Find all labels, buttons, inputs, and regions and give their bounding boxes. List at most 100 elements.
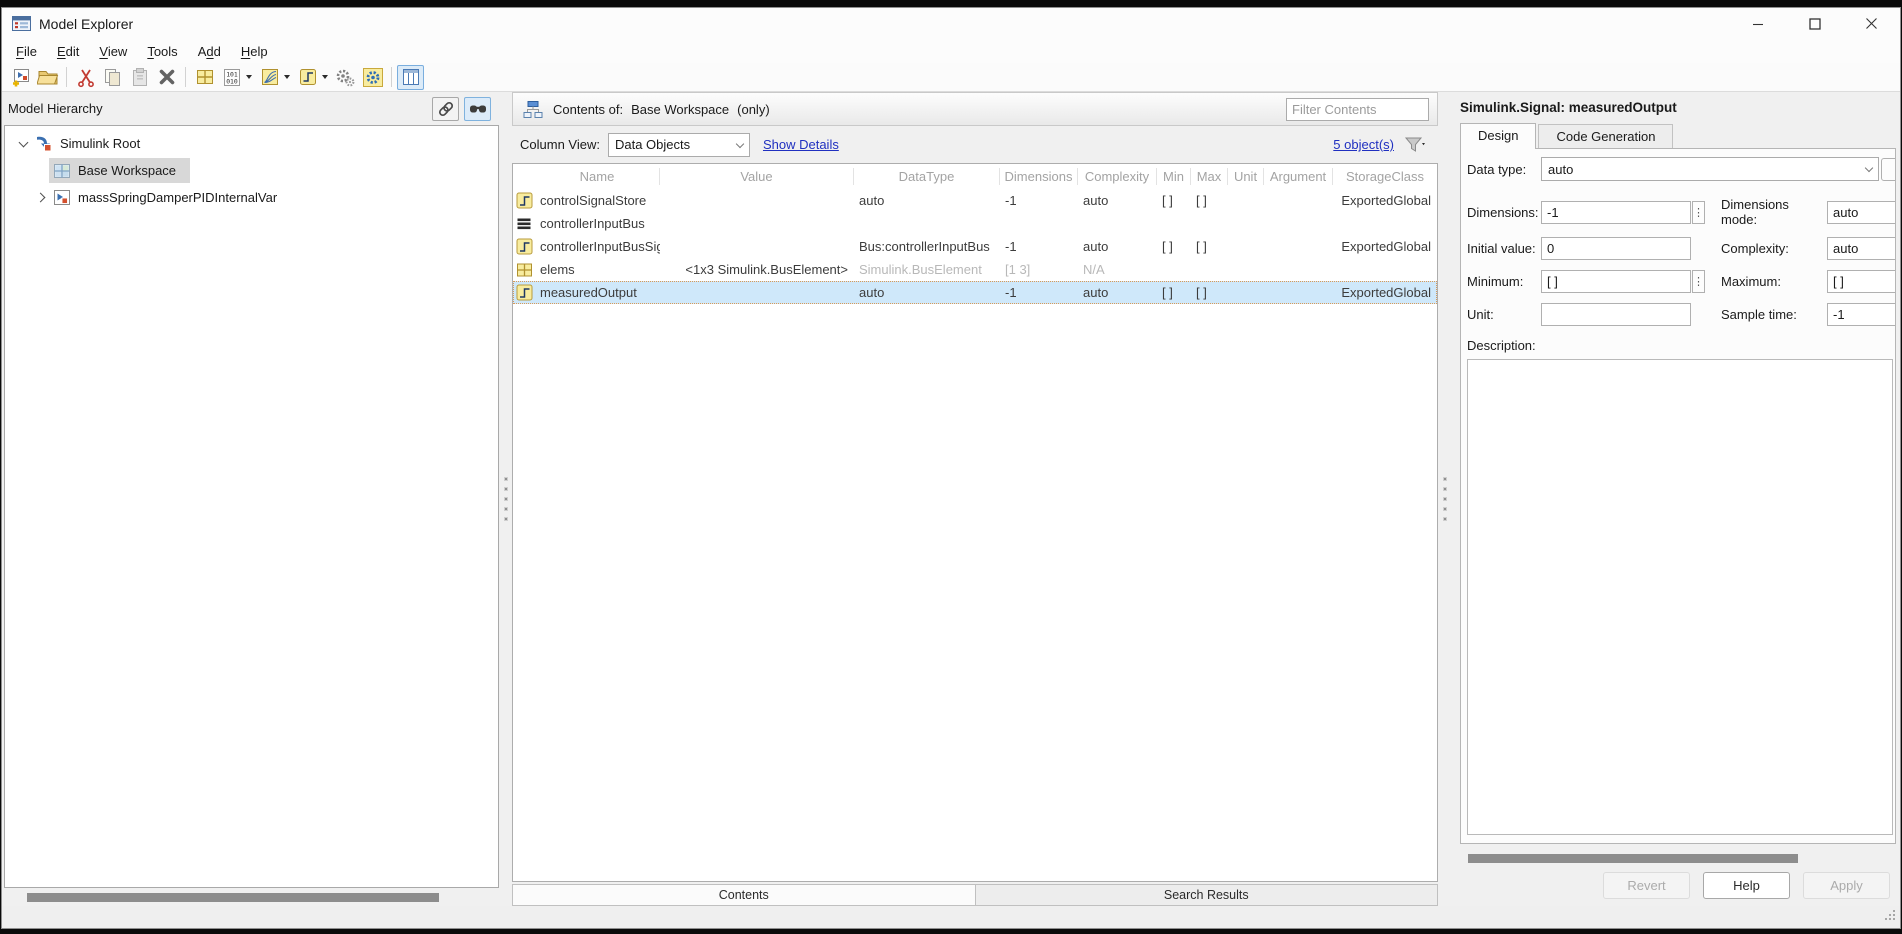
toolbar-cut-button[interactable] xyxy=(72,65,99,90)
table-row-measuredoutput[interactable]: measuredOutputauto-1auto[ ][ ]ExportedGl… xyxy=(513,281,1437,304)
column-header-min[interactable]: Min xyxy=(1157,168,1191,185)
toolbar-gears-button[interactable] xyxy=(332,65,359,90)
table-row-controllerinputbus[interactable]: controllerInputBus xyxy=(513,212,1437,235)
cell-storageclass: ExportedGlobal xyxy=(1333,239,1437,254)
data-type-label: Data type: xyxy=(1467,162,1539,177)
filter-options-button[interactable] xyxy=(1404,135,1428,155)
signal-icon xyxy=(513,284,535,301)
tab-code-generation[interactable]: Code Generation xyxy=(1538,124,1673,148)
column-view-select[interactable]: Data Objects xyxy=(608,133,750,157)
revert-button[interactable]: Revert xyxy=(1603,872,1690,899)
data-type-select[interactable]: auto xyxy=(1541,157,1879,181)
resize-grip-icon[interactable] xyxy=(1883,909,1896,925)
column-header-name[interactable]: Name xyxy=(535,168,660,185)
cell-datatype: auto xyxy=(854,285,1000,300)
menu-file[interactable]: File xyxy=(6,44,47,59)
dimensions-input[interactable] xyxy=(1541,201,1691,224)
minimum-input[interactable] xyxy=(1541,270,1691,293)
toolbar-value-display-button[interactable]: 101010 xyxy=(218,65,245,90)
properties-hscrollbar[interactable] xyxy=(1460,853,1896,864)
expand-toggle[interactable] xyxy=(33,194,49,201)
properties-hscrollbar-thumb[interactable] xyxy=(1468,854,1798,863)
dimensions-stepper[interactable]: ⋮ xyxy=(1692,201,1705,224)
tab-contents[interactable]: Contents xyxy=(513,885,976,905)
menu-edit[interactable]: Edit xyxy=(47,44,89,59)
column-header-storageclass[interactable]: StorageClass xyxy=(1333,168,1437,185)
tree-item-simulink-root[interactable]: Simulink Root xyxy=(5,130,498,157)
cell-name: controllerInputBus xyxy=(535,216,660,231)
initial-value-label: Initial value: xyxy=(1467,241,1539,256)
model-hierarchy-tree: Simulink RootBase WorkspacemassSpringDam… xyxy=(4,125,499,888)
table-row-elems[interactable]: elems<1x3 Simulink.BusElement>Simulink.B… xyxy=(513,258,1437,281)
column-header-complexity[interactable]: Complexity xyxy=(1078,168,1157,185)
cell-name: controlSignalStore xyxy=(535,193,660,208)
help-button[interactable]: Help xyxy=(1703,872,1790,899)
toolbar-plot-curves-button[interactable] xyxy=(256,65,283,90)
maximum-input[interactable]: [ ] xyxy=(1827,270,1896,293)
tree-item-massspringdamperpidinternalvar[interactable]: massSpringDamperPIDInternalVar xyxy=(5,184,498,211)
svg-text:010: 010 xyxy=(226,77,238,85)
maximum-label: Maximum: xyxy=(1711,274,1825,289)
right-splitter[interactable] xyxy=(1438,92,1451,906)
tab-search-results[interactable]: Search Results xyxy=(976,885,1438,905)
menu-tools[interactable]: Tools xyxy=(137,44,187,59)
hierarchy-hscrollbar[interactable] xyxy=(4,890,499,905)
hierarchy-hscrollbar-thumb[interactable] xyxy=(27,893,439,902)
tree-item-base-workspace[interactable]: Base Workspace xyxy=(5,157,498,184)
tree-item-body[interactable]: massSpringDamperPIDInternalVar xyxy=(49,185,291,210)
minimize-button[interactable] xyxy=(1729,8,1786,39)
column-header-max[interactable]: Max xyxy=(1191,168,1228,185)
apply-button[interactable]: Apply xyxy=(1803,872,1890,899)
toolbar-value-display-dropdown-arrow[interactable] xyxy=(246,75,252,79)
column-header-dimensions[interactable]: Dimensions xyxy=(1000,168,1078,185)
table-row-controllerinputbussignal[interactable]: controllerInputBusSignalBus:controllerIn… xyxy=(513,235,1437,258)
unit-input[interactable] xyxy=(1541,303,1691,326)
table-row-controlsignalstore[interactable]: controlSignalStoreauto-1auto[ ][ ]Export… xyxy=(513,189,1437,212)
toolbar-open-button[interactable] xyxy=(34,65,61,90)
model-hierarchy-title: Model Hierarchy xyxy=(8,101,103,116)
minimum-stepper[interactable]: ⋮ xyxy=(1692,270,1705,293)
toolbar-new-model-button[interactable] xyxy=(7,65,34,90)
toolbar-gear-box-button[interactable] xyxy=(359,65,386,90)
toolbar-paste-button[interactable] xyxy=(126,65,153,90)
cell-datatype: Simulink.BusElement xyxy=(854,262,1000,277)
maximize-button[interactable] xyxy=(1786,8,1843,39)
show-masked-subsystems-button[interactable] xyxy=(464,97,491,121)
object-count-link[interactable]: 5 object(s) xyxy=(1333,137,1394,152)
cell-value: <1x3 Simulink.BusElement> xyxy=(660,262,854,277)
contents-panel: Contents of:Base Workspace(only) Column … xyxy=(512,92,1438,906)
column-header-unit[interactable]: Unit xyxy=(1228,168,1264,185)
dimensions-mode-select[interactable]: auto xyxy=(1827,201,1896,224)
close-button[interactable] xyxy=(1843,8,1900,39)
column-header-datatype[interactable]: DataType xyxy=(854,168,1000,185)
filter-contents-input[interactable] xyxy=(1286,98,1429,121)
toolbar-add-signal-button[interactable] xyxy=(294,65,321,90)
toolbar-copy-button[interactable] xyxy=(99,65,126,90)
show-library-links-button[interactable] xyxy=(432,97,459,121)
toolbar-quad-view-button[interactable] xyxy=(191,65,218,90)
complexity-select[interactable]: auto xyxy=(1827,237,1896,260)
toolbar-column-view-button[interactable] xyxy=(397,65,424,90)
menu-view[interactable]: View xyxy=(89,44,137,59)
toolbar-plot-curves-dropdown-arrow[interactable] xyxy=(284,75,290,79)
initial-value-input[interactable] xyxy=(1541,237,1691,260)
data-type-assistant-button[interactable] xyxy=(1881,158,1896,181)
titlebar[interactable]: Model Explorer xyxy=(2,8,1900,39)
left-splitter[interactable] xyxy=(499,92,512,906)
show-details-link[interactable]: Show Details xyxy=(763,137,839,152)
cell-max: [ ] xyxy=(1191,193,1228,208)
contents-of-label: Contents of:Base Workspace(only) xyxy=(553,102,776,117)
tree-item-body[interactable]: Base Workspace xyxy=(49,158,190,183)
column-header-argument[interactable]: Argument xyxy=(1264,168,1333,185)
design-tab-content: Data type: auto Dimensions: ⋮ Di xyxy=(1460,149,1896,844)
expand-toggle[interactable] xyxy=(15,142,31,146)
tab-design[interactable]: Design xyxy=(1460,123,1536,149)
tree-item-body[interactable]: Simulink Root xyxy=(31,131,154,156)
menu-help[interactable]: Help xyxy=(231,44,278,59)
description-textarea[interactable] xyxy=(1467,359,1893,835)
menu-add[interactable]: Add xyxy=(188,44,231,59)
toolbar-add-signal-dropdown-arrow[interactable] xyxy=(322,75,328,79)
column-header-value[interactable]: Value xyxy=(660,168,854,185)
toolbar-delete-button[interactable] xyxy=(153,65,180,90)
sample-time-input[interactable]: -1 xyxy=(1827,303,1896,326)
